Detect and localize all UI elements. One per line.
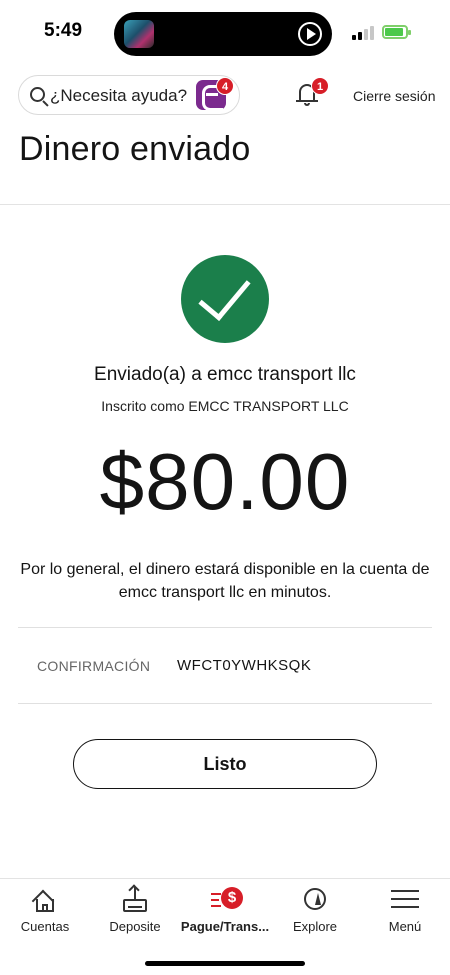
page-title: Dinero enviado (19, 130, 251, 168)
status-bar: 5:49 (0, 0, 450, 64)
enrolled-as-text: Inscrito como EMCC TRANSPORT LLC (101, 398, 349, 414)
deposit-icon (121, 887, 149, 913)
pay-transfer-icon: $ (211, 887, 243, 913)
nav-label: Cuentas (20, 919, 70, 934)
confirmation-number: WFCT0YWHKSQK (177, 657, 312, 674)
home-indicator[interactable] (145, 961, 305, 966)
nav-item-accounts[interactable]: Cuentas (0, 879, 90, 949)
nav-item-menu[interactable]: Menú (360, 879, 450, 949)
house-icon (31, 887, 59, 913)
media-thumbnail (124, 20, 154, 48)
menu-icon (391, 887, 419, 913)
compass-icon (301, 887, 329, 913)
confirmation-label: CONFIRMACIÓN (37, 658, 151, 674)
done-button[interactable]: Listo (73, 739, 377, 789)
divider (18, 627, 432, 628)
signout-link[interactable]: Cierre sesión (353, 88, 435, 104)
play-icon (298, 22, 322, 46)
nav-item-explore[interactable]: Explore (270, 879, 360, 949)
search-icon (30, 87, 45, 102)
availability-notice: Por lo general, el dinero estará disponi… (20, 561, 430, 601)
nav-item-pay-transfer[interactable]: $ Pague/Trans... (180, 879, 270, 949)
nav-label: Pague/Trans... (180, 919, 270, 934)
nav-item-deposit[interactable]: Deposite (90, 879, 180, 949)
nav-label: Deposite (109, 919, 161, 934)
recipient-text: Enviado(a) a emcc transport llc (94, 364, 356, 385)
nav-label: Menú (388, 919, 422, 934)
nav-label: Explore (292, 919, 338, 934)
battery-charging-icon (382, 25, 411, 39)
success-checkmark-icon (181, 255, 269, 343)
status-time: 5:49 (44, 20, 83, 41)
help-search-label: ¿Necesita ayuda? (50, 86, 188, 105)
dynamic-island (114, 12, 332, 56)
header-divider (0, 204, 450, 205)
notifications-badge: 1 (311, 77, 329, 95)
divider (18, 703, 432, 704)
amount-sent: $80.00 (99, 437, 351, 526)
cellular-signal-icon (352, 26, 374, 40)
chat-badge: 4 (216, 77, 234, 95)
